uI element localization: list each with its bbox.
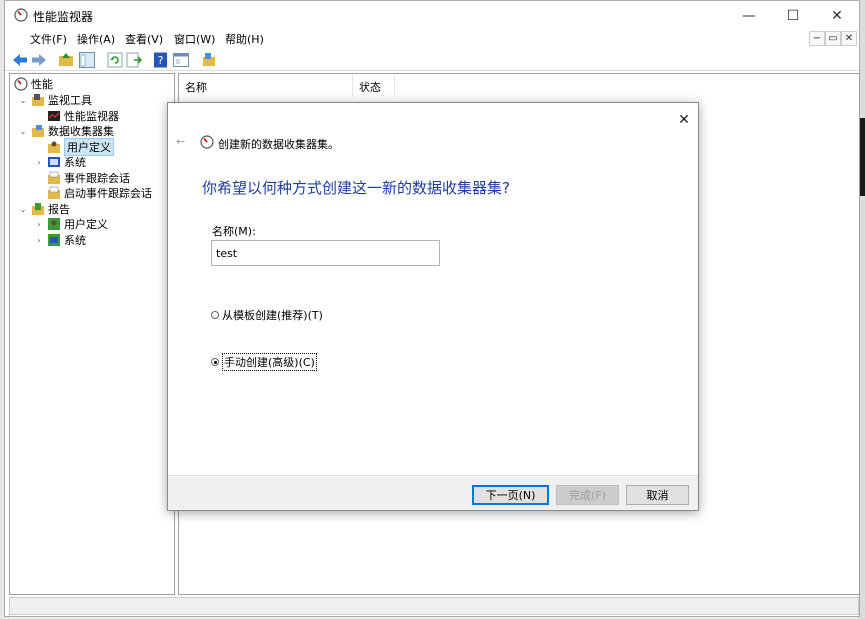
- tree-expander[interactable]: ⌄: [18, 205, 28, 214]
- menu-window[interactable]: 窗口(W): [174, 31, 215, 47]
- help-icon[interactable]: ?: [152, 51, 170, 69]
- tree-item-label: 监视工具: [48, 94, 92, 107]
- cancel-button[interactable]: 取消: [626, 485, 689, 505]
- menu-action[interactable]: 操作(A): [77, 31, 115, 47]
- data-collector-sets-icon: [32, 125, 44, 137]
- column-header-name[interactable]: 名称: [179, 74, 353, 97]
- name-input[interactable]: [211, 240, 440, 266]
- new-data-collector-set-dialog: ✕ ← 创建新的数据收集器集。 你希望以何种方式创建这一新的数据收集器集? 名称…: [167, 102, 699, 511]
- refresh-icon[interactable]: [106, 51, 124, 69]
- tree-item-user-defined[interactable]: 用户定义: [34, 138, 114, 156]
- tree-item-label: 报告: [48, 203, 70, 216]
- tree-item-label: 系统: [64, 156, 86, 169]
- mdi-close-button[interactable]: ✕: [841, 31, 857, 46]
- finish-button[interactable]: 完成(F): [556, 485, 619, 505]
- user-report-icon: [48, 218, 60, 230]
- window-title: 性能监视器: [33, 10, 94, 24]
- menu-help[interactable]: 帮助(H): [225, 31, 264, 47]
- tree-item-label: 系统: [64, 234, 86, 247]
- dialog-caption: 创建新的数据收集器集。: [218, 138, 339, 151]
- new-collector-icon[interactable]: [200, 51, 218, 69]
- system-report-icon: [48, 234, 60, 246]
- menu-view[interactable]: 查看(V): [125, 31, 163, 47]
- option-manual[interactable]: 手动创建(高级)(C): [211, 353, 317, 371]
- toolbar: ?: [5, 49, 859, 71]
- radio-manual[interactable]: [211, 358, 219, 366]
- menu-bar: 文件(F) 操作(A) 查看(V) 窗口(W) 帮助(H): [5, 29, 859, 49]
- dialog-footer: 下一页(N) 完成(F) 取消: [168, 475, 698, 510]
- tree-expander[interactable]: ›: [34, 236, 44, 245]
- option-manual-label: 手动创建(高级)(C): [222, 353, 317, 371]
- tree-item-label: 性能: [31, 78, 53, 91]
- tree-item-performance[interactable]: 性能: [12, 76, 53, 92]
- forward-arrow-icon[interactable]: [30, 51, 48, 69]
- mdi-restore-button[interactable]: ▭: [825, 31, 841, 46]
- tree-item-data-collector-sets[interactable]: ⌄ 数据收集器集: [18, 123, 114, 139]
- minimize-button[interactable]: —: [727, 1, 771, 30]
- tree-item-event-trace-sessions[interactable]: 事件跟踪会话: [34, 170, 130, 186]
- tree-item-label: 启动事件跟踪会话: [64, 187, 152, 200]
- properties-icon[interactable]: [172, 51, 190, 69]
- menu-file[interactable]: 文件(F): [30, 31, 67, 47]
- tree-item-performance-monitor[interactable]: 性能监视器: [34, 108, 119, 124]
- dialog-close-button[interactable]: ✕: [671, 108, 697, 132]
- perfmon-app-icon: [14, 8, 28, 22]
- tree-item-reports[interactable]: ⌄ 报告: [18, 201, 70, 217]
- tree-item-label: 性能监视器: [64, 110, 119, 123]
- user-defined-icon: [48, 141, 60, 153]
- close-button[interactable]: ✕: [815, 1, 859, 30]
- tree-item-label: 事件跟踪会话: [64, 172, 130, 185]
- up-folder-icon[interactable]: [57, 51, 75, 69]
- performance-monitor-icon: [48, 111, 60, 121]
- performance-icon: [14, 77, 28, 91]
- navigation-tree: 性能 ⌄ 监视工具 性能监视器 ⌄ 数据收集器集 用户定义 › 系统 事件跟踪会…: [9, 73, 175, 595]
- option-from-template[interactable]: 从模板创建(推荐)(T): [211, 307, 323, 323]
- tree-item-system[interactable]: › 系统: [34, 154, 86, 170]
- title-bar[interactable]: 性能监视器 — ☐ ✕: [5, 1, 859, 30]
- next-button[interactable]: 下一页(N): [472, 485, 549, 505]
- monitoring-tools-icon: [32, 94, 44, 106]
- radio-template[interactable]: [211, 311, 219, 319]
- tree-item-label: 数据收集器集: [48, 125, 114, 138]
- back-arrow-icon[interactable]: [11, 51, 29, 69]
- tree-item-reports-system[interactable]: › 系统: [34, 232, 86, 248]
- perfmon-wizard-icon: [200, 135, 214, 149]
- tree-item-startup-event-trace-sessions[interactable]: 启动事件跟踪会话: [34, 185, 152, 201]
- svg-text:?: ?: [158, 54, 164, 67]
- tree-item-reports-user-defined[interactable]: › 用户定义: [34, 216, 108, 232]
- reports-icon: [32, 203, 44, 215]
- status-bar: [9, 597, 859, 615]
- tree-item-label: 用户定义: [64, 218, 108, 231]
- option-template-label: 从模板创建(推荐)(T): [222, 309, 323, 322]
- tree-expander[interactable]: ›: [34, 158, 44, 167]
- export-list-icon[interactable]: [125, 51, 143, 69]
- tree-item-monitoring-tools[interactable]: ⌄ 监视工具: [18, 92, 92, 108]
- show-hide-tree-icon[interactable]: [78, 51, 96, 69]
- dialog-heading: 你希望以何种方式创建这一新的数据收集器集?: [202, 179, 510, 197]
- tree-expander[interactable]: ⌄: [18, 127, 28, 136]
- tree-expander[interactable]: ›: [34, 220, 44, 229]
- column-header-status[interactable]: 状态: [353, 74, 395, 97]
- maximize-button[interactable]: ☐: [771, 1, 815, 30]
- mdi-minimize-button[interactable]: −: [809, 31, 825, 46]
- tree-expander[interactable]: ⌄: [18, 96, 28, 105]
- name-label: 名称(M):: [212, 225, 256, 238]
- system-icon: [48, 157, 60, 167]
- startup-trace-icon: [48, 186, 60, 199]
- back-arrow-icon[interactable]: ←: [176, 135, 185, 148]
- event-trace-icon: [48, 171, 60, 184]
